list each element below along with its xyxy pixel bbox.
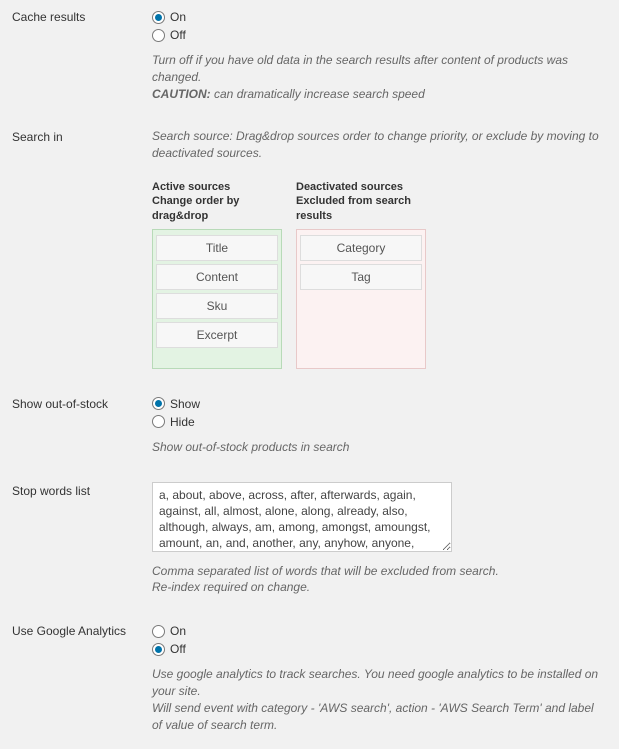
stop-words-description: Comma separated list of words that will … [152, 563, 607, 597]
ga-on-option[interactable]: On [152, 622, 607, 640]
search-in-control: Search source: Drag&drop sources order t… [152, 128, 607, 368]
radio-label: Off [170, 640, 186, 658]
radio-icon[interactable] [152, 11, 165, 24]
stop-words-control: Comma separated list of words that will … [152, 482, 607, 597]
radio-label: On [170, 622, 186, 640]
deactivated-sources-box[interactable]: Category Tag [296, 229, 426, 369]
sources-container: Active sources Change order by drag&drop… [152, 180, 607, 369]
radio-label: On [170, 8, 186, 26]
stop-words-label: Stop words list [12, 482, 152, 498]
active-sources-header: Active sources Change order by drag&drop [152, 180, 282, 223]
source-item-category[interactable]: Category [300, 235, 422, 261]
show-option[interactable]: Show [152, 395, 607, 413]
source-item-sku[interactable]: Sku [156, 293, 278, 319]
radio-icon[interactable] [152, 29, 165, 42]
search-in-description: Search source: Drag&drop sources order t… [152, 128, 607, 162]
source-item-content[interactable]: Content [156, 264, 278, 290]
out-of-stock-label: Show out-of-stock [12, 395, 152, 411]
google-analytics-control: On Off Use google analytics to track sea… [152, 622, 607, 733]
google-analytics-description: Use google analytics to track searches. … [152, 666, 607, 733]
source-item-tag[interactable]: Tag [300, 264, 422, 290]
stop-words-textarea[interactable] [152, 482, 452, 552]
search-in-row: Search in Search source: Drag&drop sourc… [12, 128, 607, 368]
google-analytics-row: Use Google Analytics On Off Use google a… [12, 622, 607, 733]
radio-label: Off [170, 26, 186, 44]
source-item-excerpt[interactable]: Excerpt [156, 322, 278, 348]
cache-results-control: On Off Turn off if you have old data in … [152, 8, 607, 102]
ga-off-option[interactable]: Off [152, 640, 607, 658]
cache-results-row: Cache results On Off Turn off if you hav… [12, 8, 607, 102]
cache-results-description: Turn off if you have old data in the sea… [152, 52, 607, 102]
source-item-title[interactable]: Title [156, 235, 278, 261]
deactivated-sources-column: Deactivated sources Excluded from search… [296, 180, 426, 369]
google-analytics-label: Use Google Analytics [12, 622, 152, 638]
radio-icon[interactable] [152, 397, 165, 410]
radio-label: Show [170, 395, 200, 413]
radio-icon[interactable] [152, 643, 165, 656]
radio-label: Hide [170, 413, 195, 431]
out-of-stock-control: Show Hide Show out-of-stock products in … [152, 395, 607, 456]
deactivated-sources-header: Deactivated sources Excluded from search… [296, 180, 426, 223]
radio-icon[interactable] [152, 625, 165, 638]
search-in-label: Search in [12, 128, 152, 144]
radio-icon[interactable] [152, 415, 165, 428]
active-sources-column: Active sources Change order by drag&drop… [152, 180, 282, 369]
cache-on-option[interactable]: On [152, 8, 607, 26]
active-sources-box[interactable]: Title Content Sku Excerpt [152, 229, 282, 369]
out-of-stock-description: Show out-of-stock products in search [152, 439, 607, 456]
out-of-stock-row: Show out-of-stock Show Hide Show out-of-… [12, 395, 607, 456]
hide-option[interactable]: Hide [152, 413, 607, 431]
stop-words-row: Stop words list Comma separated list of … [12, 482, 607, 597]
cache-off-option[interactable]: Off [152, 26, 607, 44]
cache-results-label: Cache results [12, 8, 152, 24]
